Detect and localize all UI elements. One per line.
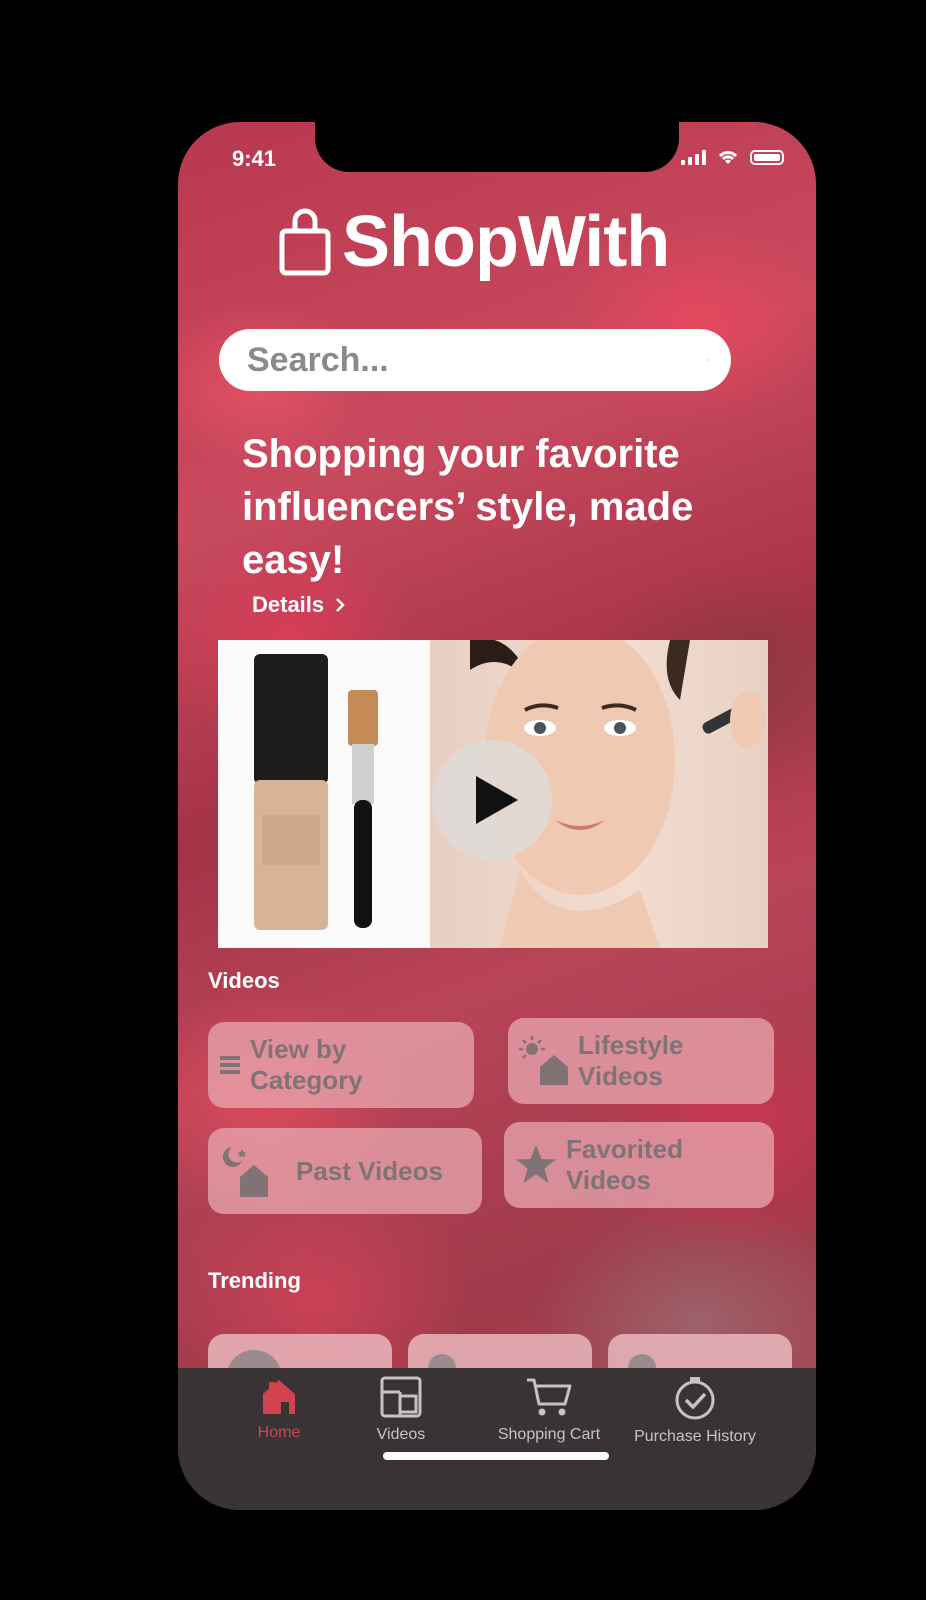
view-by-category-label: View by Category <box>250 1034 363 1095</box>
search-bar[interactable] <box>219 329 731 391</box>
tab-shopping-cart-label: Shopping Cart <box>497 1426 601 1443</box>
home-icon <box>263 1380 295 1414</box>
details-label: Details <box>252 592 325 617</box>
favorited-videos-button[interactable]: Favorited Videos <box>504 1122 774 1208</box>
tab-videos-label: Videos <box>376 1426 426 1443</box>
tab-purchase-history-label: Purchase History <box>634 1428 756 1445</box>
product-image <box>218 640 430 948</box>
cart-icon <box>527 1378 572 1416</box>
battery-icon <box>750 149 784 165</box>
details-link[interactable]: Details <box>252 592 346 618</box>
check-clock-icon <box>675 1377 715 1420</box>
brand-logo: ShopWith <box>278 202 670 282</box>
favorited-videos-label: Favorited Videos <box>566 1134 684 1195</box>
tab-home[interactable]: Home <box>236 1376 322 1442</box>
tab-shopping-cart[interactable]: Shopping Cart <box>488 1376 610 1444</box>
status-icons <box>681 148 784 166</box>
home-indicator[interactable] <box>383 1452 609 1460</box>
lifestyle-videos-button[interactable]: Lifestyle Videos <box>508 1018 774 1104</box>
tab-purchase-history[interactable]: Purchase History <box>626 1376 764 1446</box>
shopping-bag-icon <box>279 208 331 276</box>
past-videos-button[interactable]: Past Videos <box>208 1128 482 1214</box>
wifi-icon <box>718 151 738 164</box>
brand-name: ShopWith <box>342 202 670 282</box>
notch <box>315 122 679 172</box>
featured-video[interactable] <box>218 640 768 948</box>
foundation-and-brush-image <box>254 654 378 930</box>
hero-headline: Shopping your favorite influencers’ styl… <box>242 432 694 582</box>
past-videos-label: Past Videos <box>296 1155 443 1186</box>
tab-home-label: Home <box>257 1424 301 1441</box>
search-input[interactable] <box>247 340 707 380</box>
play-button[interactable] <box>432 740 552 860</box>
moon-house-icon <box>222 1147 268 1197</box>
sun-house-icon <box>519 1036 568 1085</box>
phone-screen: 9:41 ShopWith Shopping your favorite inf… <box>178 122 816 1510</box>
lifestyle-videos-label: Lifestyle Videos <box>578 1030 684 1091</box>
search-icon[interactable] <box>707 341 709 379</box>
chevron-right-icon <box>336 598 345 612</box>
trending-section-label: Trending <box>208 1268 301 1293</box>
star-icon <box>516 1145 556 1183</box>
videos-icon <box>380 1376 422 1418</box>
tab-videos[interactable]: Videos <box>356 1376 446 1444</box>
videos-section-label: Videos <box>208 968 280 993</box>
list-icon <box>220 1056 240 1074</box>
view-by-category-button[interactable]: View by Category <box>208 1022 474 1108</box>
signal-icon <box>681 149 706 165</box>
status-time: 9:41 <box>232 146 277 171</box>
tab-bar: Home Videos Shopping Cart Purchase Histo… <box>178 1368 816 1510</box>
